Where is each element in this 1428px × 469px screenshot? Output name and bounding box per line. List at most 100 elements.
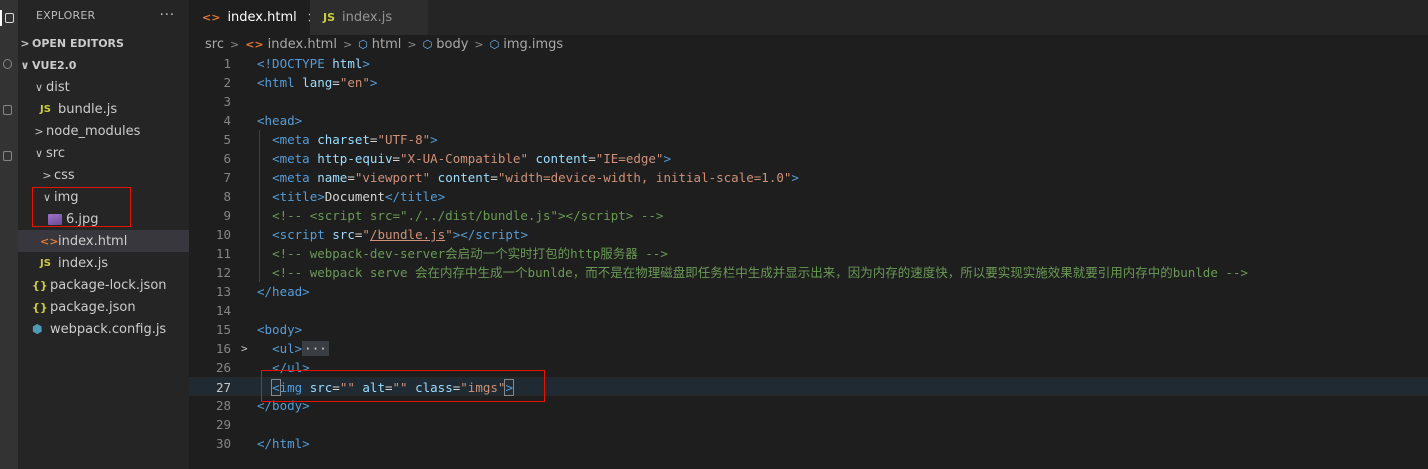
code-editor[interactable]: 30 </html> 29 28 </body> 27 <img src="" alt="… [189, 54, 1428, 469]
code-line[interactable]: 26 </ul> [189, 358, 1428, 377]
breadcrumb-item[interactable]: html [372, 37, 402, 52]
indent-guide [259, 130, 260, 282]
fold-chevron-icon[interactable]: > [241, 339, 248, 358]
tree-folder-img[interactable]: ∨ img [18, 186, 189, 208]
code-line[interactable]: 29 [189, 415, 1428, 434]
tree-file-index-html[interactable]: <> index.html [18, 230, 189, 252]
tree-file-6-jpg[interactable]: 6.jpg [18, 208, 189, 230]
code-line[interactable]: 4 <head> [189, 111, 1428, 130]
code-line[interactable]: 10 <script src="/bundle.js"></script> [189, 225, 1428, 244]
code-line[interactable]: 6 <meta http-equiv="X-UA-Compatible" con… [189, 149, 1428, 168]
code-line[interactable]: 13 </head> [189, 282, 1428, 301]
code-text: <!DOCTYPE html> [257, 56, 370, 71]
open-editors-section[interactable]: > OPEN EDITORS [18, 32, 189, 54]
open-editors-label: OPEN EDITORS [32, 36, 124, 50]
symbol-element-icon: ⬡ [422, 38, 433, 51]
line-number: 28 [215, 398, 231, 413]
code-line[interactable]: 28 </body> [189, 396, 1428, 415]
tree-file-index-js[interactable]: JS index.js [18, 252, 189, 274]
js-file-icon: JS [40, 257, 51, 269]
tree-item-label: css [54, 167, 75, 183]
code-text: <img src="" alt="" class="imgs"> [271, 379, 514, 396]
code-line[interactable]: 11 <!-- webpack-dev-server会启动一个实时打包的http… [189, 244, 1428, 263]
chevron-down-icon: ∨ [42, 190, 52, 204]
breadcrumb: src > <> index.html > ⬡ html > ⬡ body > … [189, 35, 1428, 54]
tree-item-label: node_modules [46, 123, 141, 139]
tree-item-label: package-lock.json [50, 277, 167, 293]
code-line[interactable]: 5 <meta charset="UTF-8"> [189, 130, 1428, 149]
code-line[interactable]: 7 <meta name="viewport" content="width=d… [189, 168, 1428, 187]
tree-item-label: src [46, 145, 65, 161]
tree-item-label: dist [46, 79, 70, 95]
chevron-right-icon: > [474, 38, 484, 51]
code-line[interactable]: 14 [189, 301, 1428, 320]
line-number: 11 [215, 246, 231, 261]
chevron-down-icon: ∨ [34, 146, 44, 160]
code-line[interactable]: 30 </html> [189, 434, 1428, 453]
symbol-element-icon: ⬡ [358, 38, 368, 51]
webpack-icon: ⬢ [32, 322, 43, 336]
tree-file-webpack-config-js[interactable]: ⬢ webpack.config.js [18, 318, 189, 340]
breadcrumb-item[interactable]: src [205, 37, 224, 52]
code-text: <!-- webpack-dev-server会启动一个实时打包的http服务器… [272, 246, 668, 261]
tree-item-label: img [54, 189, 79, 205]
line-number: 15 [215, 322, 231, 337]
chevron-right-icon: > [20, 36, 30, 50]
tree-file-package-lock-json[interactable]: {} package-lock.json [18, 274, 189, 296]
breadcrumb-item[interactable]: body [436, 37, 468, 52]
line-number: 14 [215, 303, 231, 318]
code-line[interactable]: 9 <!-- <script src="./../dist/bundle.js"… [189, 206, 1428, 225]
tree-file-package-json[interactable]: {} package.json [18, 296, 189, 318]
line-number: 9 [223, 208, 231, 223]
tree-folder-src[interactable]: ∨ src [18, 142, 189, 164]
tab-index-js[interactable]: JS index.js [310, 0, 428, 35]
chevron-right-icon: > [42, 168, 52, 182]
code-line[interactable]: 15 <body> [189, 320, 1428, 339]
html-file-icon: <> [40, 234, 59, 248]
tree-folder-dist[interactable]: ∨ dist [18, 76, 189, 98]
code-text: </html> [257, 436, 310, 451]
js-file-icon: JS [40, 103, 51, 115]
line-number: 2 [223, 75, 231, 90]
line-number: 7 [223, 170, 231, 185]
tree-folder-node-modules[interactable]: > node_modules [18, 120, 189, 142]
tab-index-html[interactable]: <> index.html × [189, 0, 318, 35]
code-text: <!-- webpack serve 会在内存中生成一个bunlde，而不是在物… [272, 265, 1248, 280]
code-line[interactable]: 12 <!-- webpack serve 会在内存中生成一个bunlde，而不… [189, 263, 1428, 282]
line-number: 26 [215, 360, 231, 375]
code-line[interactable]: 16 > <ul> ··· [189, 339, 1428, 358]
breadcrumb-item[interactable]: img.imgs [503, 37, 563, 52]
explorer-activity-icon[interactable] [0, 10, 14, 26]
code-line[interactable]: 8 <title>Document</title> [189, 187, 1428, 206]
search-activity-icon[interactable] [0, 56, 14, 72]
code-line[interactable]: 1 <!DOCTYPE html> [189, 54, 1428, 73]
tree-item-label: package.json [50, 299, 136, 315]
html-file-icon: <> [202, 11, 221, 24]
line-number: 10 [215, 227, 231, 242]
code-text: <title>Document</title> [272, 189, 446, 204]
tree-item-label: 6.jpg [66, 211, 99, 227]
code-text: <head> [257, 113, 303, 128]
code-text: <meta charset="UTF-8"> [272, 132, 438, 147]
source-control-activity-icon[interactable] [0, 102, 14, 118]
project-section[interactable]: ∨ VUE2.0 [18, 54, 189, 76]
line-number: 1 [223, 56, 231, 71]
code-text: <script src="/bundle.js"></script> [272, 227, 528, 242]
explorer-header: EXPLORER ··· [18, 0, 189, 30]
line-number: 4 [223, 113, 231, 128]
line-number: 30 [215, 436, 231, 451]
breadcrumb-item[interactable]: index.html [268, 37, 337, 52]
code-line[interactable]: 27 <img src="" alt="" class="imgs"> [189, 377, 1428, 396]
code-text: </head> [257, 284, 310, 299]
html-file-icon: <> [245, 38, 264, 51]
code-text: </body> [257, 398, 310, 413]
chevron-right-icon: > [229, 38, 240, 51]
code-line[interactable]: 2 <html lang="en"> [189, 73, 1428, 92]
tree-item-label: bundle.js [58, 101, 118, 117]
tree-file-bundle-js[interactable]: JS bundle.js [18, 98, 189, 120]
more-actions-icon[interactable]: ··· [160, 8, 175, 23]
code-line[interactable]: 3 [189, 92, 1428, 111]
debug-activity-icon[interactable] [0, 148, 14, 164]
line-number: 13 [215, 284, 231, 299]
tree-folder-css[interactable]: > css [18, 164, 189, 186]
